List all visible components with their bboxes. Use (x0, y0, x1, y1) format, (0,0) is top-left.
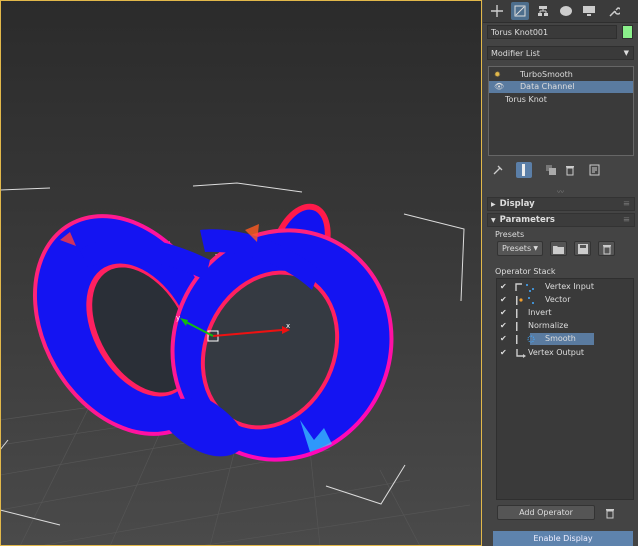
svg-text:x: x (286, 322, 290, 330)
command-panel: Torus Knot001 Modifier List ▼ ✹ TurboSmo… (483, 0, 638, 546)
smooth-icon (516, 335, 535, 344)
viewport-scene: x y (0, 182, 471, 546)
svg-text:y: y (176, 314, 180, 322)
configure-icon (589, 164, 600, 176)
operator-label: Vector (545, 295, 571, 304)
presets-dropdown-label: Presets (502, 244, 532, 253)
modifier-list-dropdown[interactable]: Modifier List ▼ (487, 46, 634, 60)
dropdown-arrow-icon: ▼ (533, 245, 538, 252)
presets-dropdown[interactable]: Presets ▼ (497, 241, 543, 256)
modifier-stack: ✹ TurboSmooth 👁 Data Channel Torus Knot (488, 66, 634, 156)
lightbulb-icon[interactable]: ✹ (494, 69, 501, 81)
grip-icon: ≡ (622, 199, 630, 209)
folder-icon (553, 245, 564, 254)
panel-splitter-grip[interactable]: 〰 (557, 187, 564, 197)
make-unique-icon (546, 165, 556, 175)
operator-item-normalize[interactable]: ✔ Normalize (497, 320, 633, 332)
object-color-swatch[interactable] (622, 25, 633, 39)
rollup-parameters[interactable]: ▼ Parameters ≡ (487, 213, 635, 227)
expand-triangle-icon: ▶ (491, 201, 496, 208)
dropdown-arrow-icon: ▼ (623, 49, 629, 57)
modifier-item-torus-knot[interactable]: Torus Knot (489, 94, 633, 106)
command-panel-tabs (483, 0, 638, 23)
modify-icon (514, 5, 526, 17)
plus-icon (491, 5, 503, 17)
operator-label: Vertex Output (528, 348, 585, 357)
enabled-checkbox[interactable]: ✔ (500, 333, 507, 345)
show-end-result-button[interactable] (516, 162, 532, 178)
delete-preset-button[interactable] (598, 241, 615, 256)
modifier-label: Torus Knot (505, 95, 547, 104)
enabled-checkbox[interactable]: ✔ (500, 320, 507, 332)
vertex-input-icon (515, 283, 534, 292)
utilities-tab[interactable] (605, 2, 623, 20)
make-unique-button[interactable] (543, 162, 559, 178)
vector-icon (516, 296, 534, 305)
load-preset-button[interactable] (550, 241, 567, 256)
operator-stack-label: Operator Stack (495, 267, 556, 276)
operator-item-smooth[interactable]: ✔ Smooth (497, 333, 633, 345)
enabled-checkbox[interactable]: ✔ (500, 281, 507, 293)
operator-item-vertex-output[interactable]: ✔ Vertex Output (497, 347, 633, 359)
modifier-item-data-channel[interactable]: 👁 Data Channel (489, 81, 633, 93)
utilities-wrench-icon (609, 7, 620, 17)
save-icon (577, 243, 588, 254)
remove-modifier-button[interactable] (562, 162, 578, 178)
save-preset-button[interactable] (574, 241, 591, 256)
operator-item-vector[interactable]: ✔ Vector (497, 294, 633, 306)
operator-item-invert[interactable]: ✔ Invert (497, 307, 633, 319)
enabled-checkbox[interactable]: ✔ (500, 347, 507, 359)
trash-icon (605, 508, 614, 518)
enabled-checkbox[interactable]: ✔ (500, 294, 507, 306)
rollup-title: Parameters (499, 215, 555, 225)
motion-icon (560, 6, 572, 16)
object-name-field[interactable]: Torus Knot001 (487, 25, 617, 39)
hierarchy-icon (538, 6, 548, 16)
display-icon (583, 6, 595, 16)
configure-modifier-sets-button[interactable] (587, 162, 603, 178)
grip-icon: ≡ (622, 215, 630, 225)
operator-stack-list: ✔ Vertex Input ✔ Vector ✔ Invert ✔ Norma… (496, 278, 634, 500)
pin-stack-button[interactable] (490, 162, 506, 178)
modify-tab[interactable] (511, 2, 529, 20)
stack-toolbar (483, 160, 638, 180)
add-operator-button[interactable]: Add Operator (497, 505, 595, 520)
modifier-label: TurboSmooth (520, 70, 573, 79)
motion-tab[interactable] (557, 2, 575, 20)
enable-display-button[interactable]: Enable Display (493, 531, 633, 546)
operator-item-vertex-input[interactable]: ✔ Vertex Input (497, 281, 633, 293)
torus-knot-mesh (32, 203, 394, 462)
pin-icon (493, 165, 503, 175)
operator-label: Normalize (528, 321, 569, 330)
create-tab[interactable] (488, 2, 506, 20)
modifier-item-turbosmooth[interactable]: ✹ TurboSmooth (489, 69, 633, 81)
presets-group-label: Presets (495, 230, 525, 239)
modifier-list-label: Modifier List (491, 49, 540, 58)
remove-operator-button[interactable] (601, 505, 618, 520)
trash-icon (566, 166, 574, 176)
trash-icon (602, 244, 611, 254)
show-end-result-icon (522, 164, 525, 176)
eye-icon[interactable]: 👁 (494, 81, 504, 93)
operator-label: Smooth (545, 334, 576, 343)
rollup-display[interactable]: ▶ Display ≡ (487, 197, 635, 211)
modifier-label: Data Channel (520, 82, 575, 91)
hierarchy-tab[interactable] (534, 2, 552, 20)
collapse-triangle-icon: ▼ (491, 217, 496, 224)
operator-label: Vertex Input (545, 282, 594, 291)
display-tab[interactable] (580, 2, 598, 20)
rollup-title: Display (499, 199, 535, 209)
perspective-viewport[interactable]: x y (0, 0, 482, 546)
enabled-checkbox[interactable]: ✔ (500, 307, 507, 319)
operator-label: Invert (528, 308, 552, 317)
